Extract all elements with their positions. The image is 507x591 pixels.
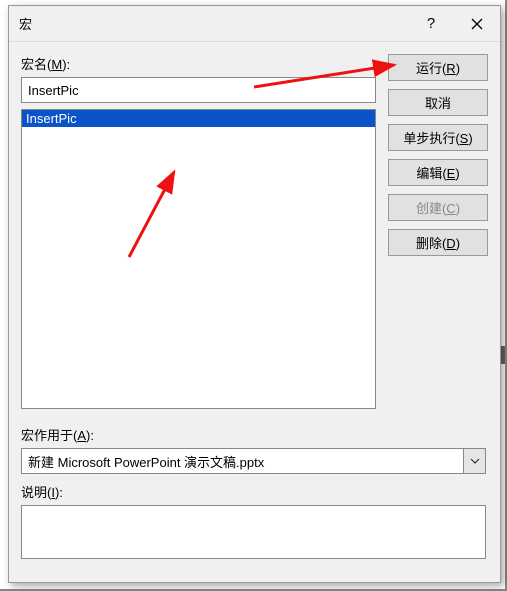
macro-in-label: 宏作用于(A): bbox=[21, 425, 488, 444]
description-label: 说明(I): bbox=[21, 482, 488, 501]
edit-button[interactable]: 编辑(E) bbox=[388, 159, 488, 186]
close-icon bbox=[471, 18, 483, 30]
cancel-button[interactable]: 取消 bbox=[388, 89, 488, 116]
dialog-body: 宏名(M): InsertPic 运行(R) 取消 单步执行(S) 编辑(E) … bbox=[9, 42, 500, 569]
title-controls: ? bbox=[408, 6, 500, 41]
help-button[interactable]: ? bbox=[408, 6, 454, 42]
combo-dropdown-button[interactable] bbox=[464, 448, 486, 474]
macro-in-combo[interactable]: 新建 Microsoft PowerPoint 演示文稿.pptx bbox=[21, 448, 486, 474]
help-icon: ? bbox=[427, 15, 435, 32]
dialog-title: 宏 bbox=[19, 14, 32, 33]
window-frame: 宏 ? 宏名(M): InsertPic bbox=[0, 0, 507, 591]
macro-name-label: 宏名(M): bbox=[21, 54, 376, 73]
description-box[interactable] bbox=[21, 505, 486, 559]
left-column: 宏名(M): InsertPic bbox=[21, 54, 376, 409]
close-button[interactable] bbox=[454, 6, 500, 42]
chevron-down-icon bbox=[470, 458, 480, 464]
macro-name-input[interactable] bbox=[21, 77, 376, 103]
macro-dialog: 宏 ? 宏名(M): InsertPic bbox=[8, 5, 501, 583]
create-button: 创建(C) bbox=[388, 194, 488, 221]
run-button[interactable]: 运行(R) bbox=[388, 54, 488, 81]
bottom-section: 宏作用于(A): 新建 Microsoft PowerPoint 演示文稿.pp… bbox=[21, 409, 488, 559]
delete-button[interactable]: 删除(D) bbox=[388, 229, 488, 256]
macro-list[interactable]: InsertPic bbox=[21, 109, 376, 409]
button-column: 运行(R) 取消 单步执行(S) 编辑(E) 创建(C) 删除(D) bbox=[388, 54, 488, 256]
list-item[interactable]: InsertPic bbox=[22, 110, 375, 127]
macro-in-value: 新建 Microsoft PowerPoint 演示文稿.pptx bbox=[21, 448, 464, 474]
step-into-button[interactable]: 单步执行(S) bbox=[388, 124, 488, 151]
titlebar: 宏 ? bbox=[9, 6, 500, 42]
